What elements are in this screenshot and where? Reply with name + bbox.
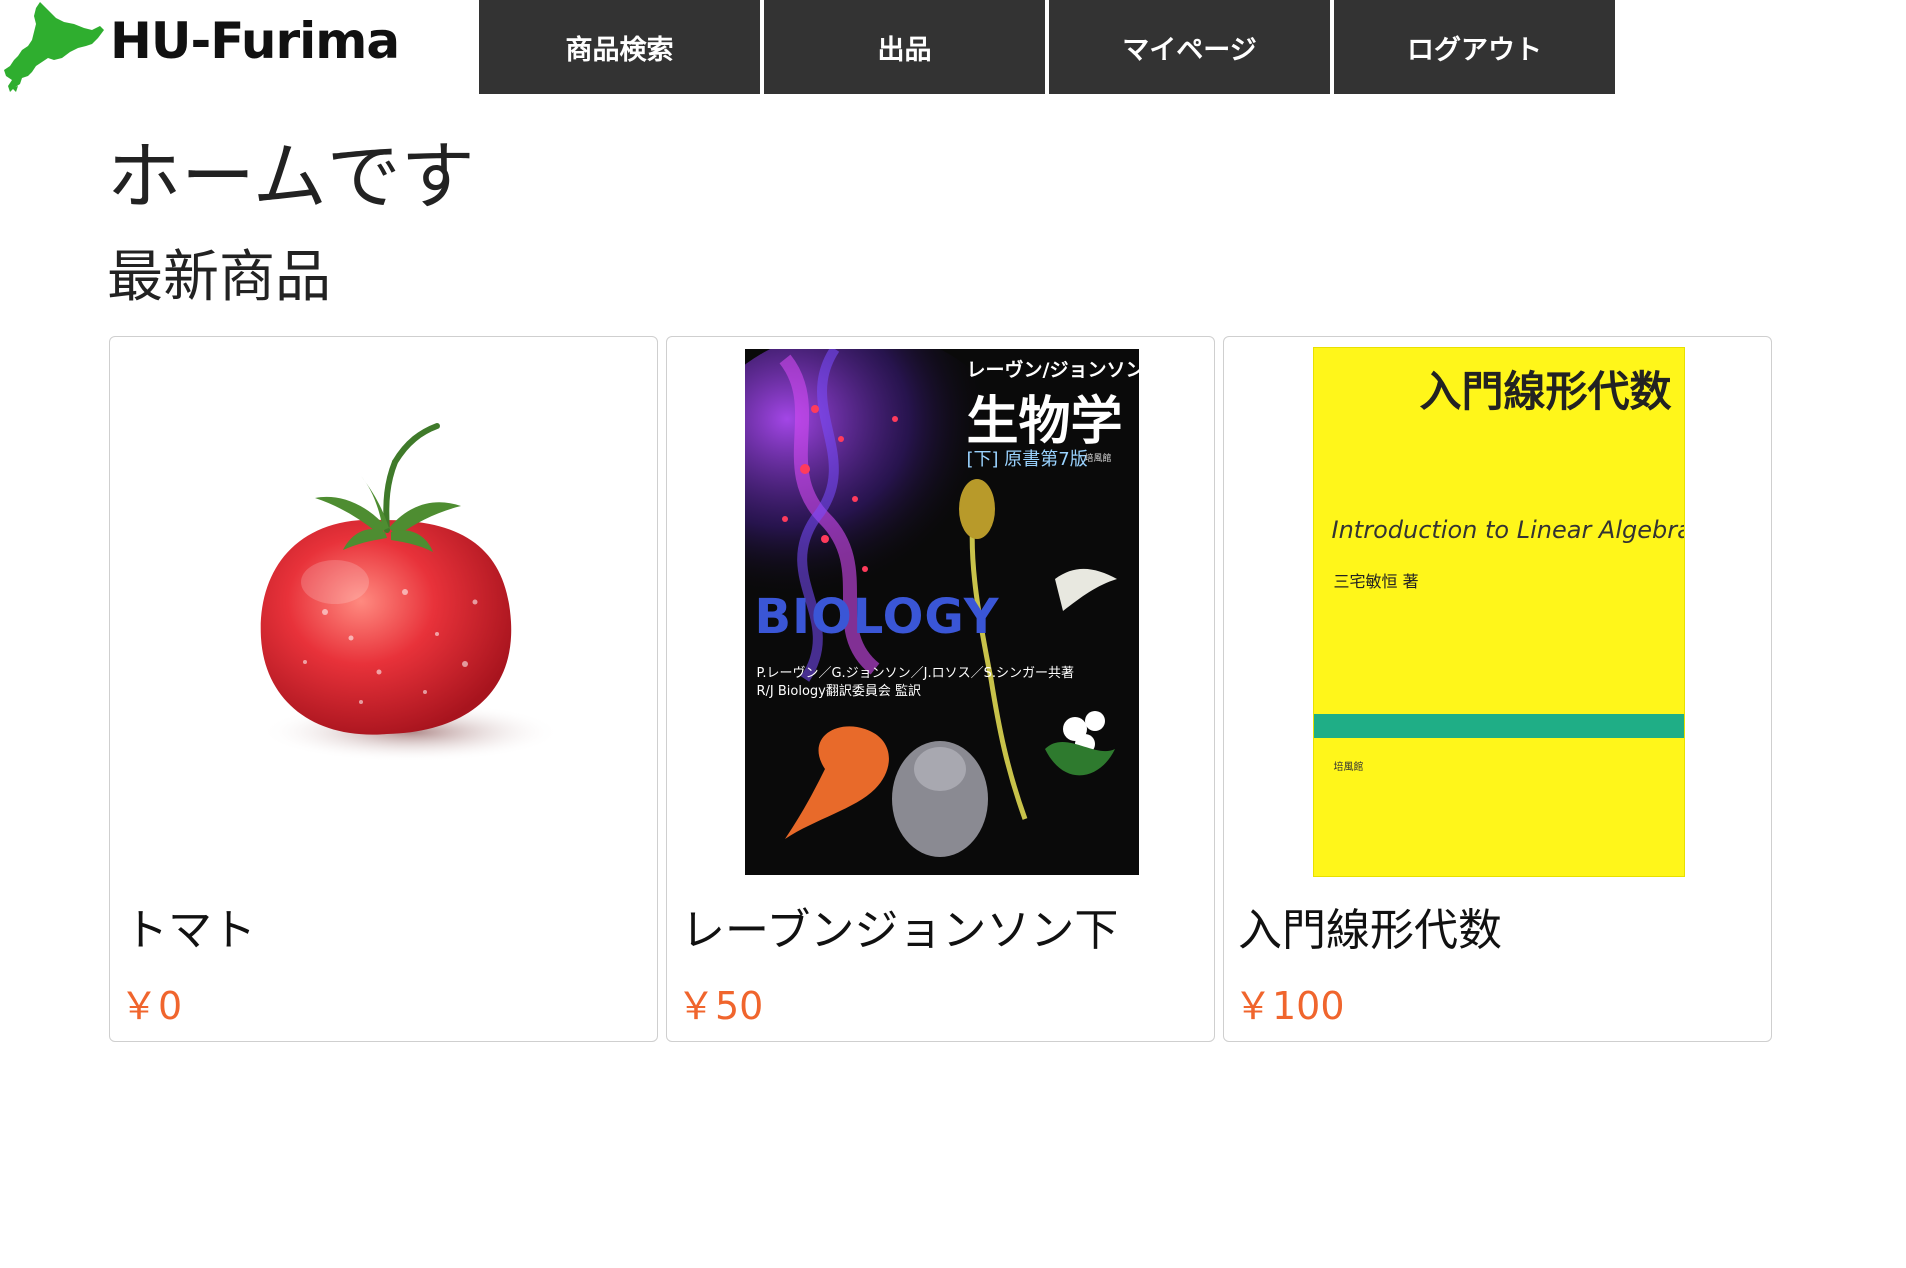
product-price: ￥50: [677, 984, 764, 1028]
linear-algebra-book-cover: 入門線形代数 Introduction to Linear Algebra 三宅…: [1312, 347, 1685, 877]
nav-sell-button[interactable]: 出品: [764, 0, 1045, 94]
nav-mypage-button[interactable]: マイページ: [1049, 0, 1330, 94]
nav-logout-button[interactable]: ログアウト: [1334, 0, 1615, 94]
product-price: ￥0: [120, 984, 183, 1028]
product-card[interactable]: トマト ￥0: [109, 336, 658, 1042]
main-nav: 商品検索 出品 マイページ ログアウト: [479, 0, 1615, 94]
product-name[interactable]: トマト: [124, 903, 256, 959]
nav-search-button[interactable]: 商品検索: [479, 0, 760, 94]
cover-credits: P.レーヴン／G.ジョンソン／J.ロソス／S.シンガー共著 R/J Biolog…: [757, 665, 1075, 701]
cover-title: 入門線形代数: [1419, 367, 1672, 416]
cover-volume: [下] 原書第7版: [966, 449, 1088, 470]
cover-subtitle: Introduction to Linear Algebra: [1331, 516, 1685, 544]
hokkaido-map-icon: [4, 2, 104, 92]
product-card[interactable]: レーヴン/ジョンソン 生物学 [下] 原書第7版 培風館 BIOLOGY P.レ…: [666, 336, 1215, 1042]
product-image[interactable]: [110, 345, 657, 879]
biology-book-cover: レーヴン/ジョンソン 生物学 [下] 原書第7版 培風館 BIOLOGY P.レ…: [744, 349, 1139, 875]
product-name[interactable]: 入門線形代数: [1238, 903, 1502, 959]
cover-credits-line: R/J Biology翻訳委員会 監訳: [756, 684, 922, 699]
cover-publisher: 培風館: [1333, 762, 1364, 773]
section-title: 最新商品: [107, 245, 331, 310]
cover-author: レーヴン/ジョンソン: [966, 359, 1139, 381]
cover-band: [1313, 714, 1684, 738]
logo-text: HU-Furima: [110, 12, 400, 70]
page-title: ホームです: [107, 134, 475, 220]
cover-logo: BIOLOGY: [754, 589, 1000, 645]
product-image[interactable]: 入門線形代数 Introduction to Linear Algebra 三宅…: [1224, 345, 1771, 879]
cover-publisher: 培風館: [1084, 454, 1112, 464]
product-grid: トマト ￥0 レーヴン/ジョンソン 生物学 [下] 原書第7版 培風館 BIOL…: [109, 336, 1772, 1042]
product-image[interactable]: レーヴン/ジョンソン 生物学 [下] 原書第7版 培風館 BIOLOGY P.レ…: [667, 345, 1214, 879]
site-header: HU-Furima 商品検索 出品 マイページ ログアウト: [0, 0, 1906, 94]
cover-author: 三宅敏恒 著: [1333, 572, 1419, 591]
product-name[interactable]: レーブンジョンソン下: [681, 903, 1118, 959]
cover-title: 生物学: [966, 392, 1123, 452]
cover-credits-line: P.レーヴン／G.ジョンソン／J.ロソス／S.シンガー共著: [756, 666, 1075, 681]
product-card[interactable]: 入門線形代数 Introduction to Linear Algebra 三宅…: [1223, 336, 1772, 1042]
product-price: ￥100: [1234, 984, 1345, 1028]
tomato-image: [260, 423, 561, 762]
